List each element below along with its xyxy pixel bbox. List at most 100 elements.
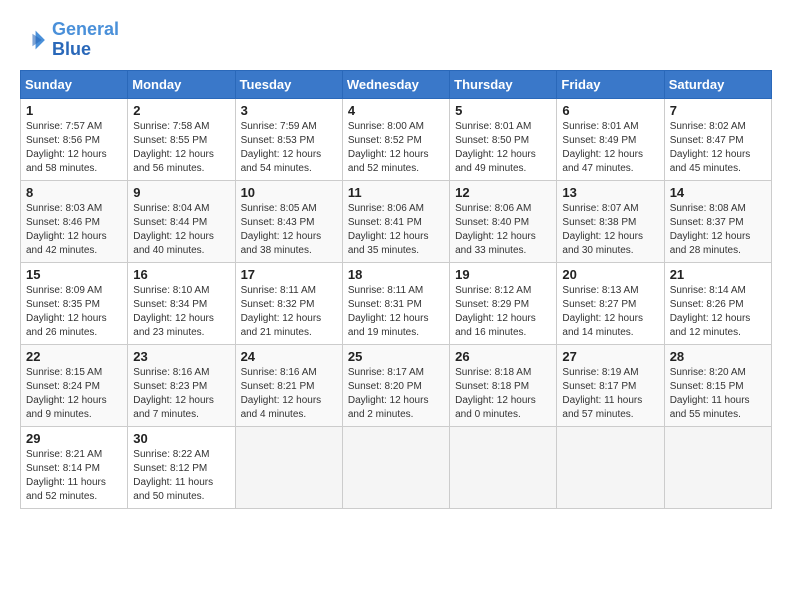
day-info: Sunrise: 7:57 AMSunset: 8:56 PMDaylight:… — [26, 120, 122, 176]
day-number: 5 — [455, 103, 551, 118]
calendar-cell: 13 Sunrise: 8:07 AMSunset: 8:38 PMDayligh… — [557, 180, 664, 262]
day-info: Sunrise: 8:06 AMSunset: 8:40 PMDaylight:… — [455, 202, 551, 258]
calendar-cell: 30 Sunrise: 8:22 AMSunset: 8:12 PMDayligh… — [128, 426, 235, 508]
calendar-header-row: SundayMondayTuesdayWednesdayThursdayFrid… — [21, 70, 772, 98]
calendar-cell: 5 Sunrise: 8:01 AMSunset: 8:50 PMDaylight… — [450, 98, 557, 180]
day-info: Sunrise: 8:05 AMSunset: 8:43 PMDaylight:… — [241, 202, 337, 258]
day-number: 25 — [348, 349, 444, 364]
calendar-cell: 21 Sunrise: 8:14 AMSunset: 8:26 PMDayligh… — [664, 262, 771, 344]
day-number: 8 — [26, 185, 122, 200]
day-number: 12 — [455, 185, 551, 200]
calendar-cell — [235, 426, 342, 508]
day-info: Sunrise: 8:16 AMSunset: 8:21 PMDaylight:… — [241, 366, 337, 422]
day-number: 1 — [26, 103, 122, 118]
day-number: 11 — [348, 185, 444, 200]
day-info: Sunrise: 8:08 AMSunset: 8:37 PMDaylight:… — [670, 202, 766, 258]
calendar-cell: 28 Sunrise: 8:20 AMSunset: 8:15 PMDayligh… — [664, 344, 771, 426]
header-thursday: Thursday — [450, 70, 557, 98]
day-info: Sunrise: 8:00 AMSunset: 8:52 PMDaylight:… — [348, 120, 444, 176]
calendar-cell: 4 Sunrise: 8:00 AMSunset: 8:52 PMDaylight… — [342, 98, 449, 180]
day-info: Sunrise: 8:04 AMSunset: 8:44 PMDaylight:… — [133, 202, 229, 258]
day-info: Sunrise: 8:18 AMSunset: 8:18 PMDaylight:… — [455, 366, 551, 422]
logo-icon — [20, 26, 48, 54]
day-number: 26 — [455, 349, 551, 364]
day-number: 7 — [670, 103, 766, 118]
day-number: 15 — [26, 267, 122, 282]
day-number: 10 — [241, 185, 337, 200]
day-info: Sunrise: 8:22 AMSunset: 8:12 PMDaylight:… — [133, 448, 229, 504]
calendar-body: 1 Sunrise: 7:57 AMSunset: 8:56 PMDaylight… — [21, 98, 772, 508]
calendar-cell: 18Sunrise: 8:11 AMSunset: 8:31 PMDayligh… — [342, 262, 449, 344]
calendar-cell: 1 Sunrise: 7:57 AMSunset: 8:56 PMDaylight… — [21, 98, 128, 180]
day-info: Sunrise: 8:20 AMSunset: 8:15 PMDaylight:… — [670, 366, 766, 422]
header-saturday: Saturday — [664, 70, 771, 98]
day-info: Sunrise: 8:02 AMSunset: 8:47 PMDaylight:… — [670, 120, 766, 176]
day-number: 21 — [670, 267, 766, 282]
calendar-cell: 6 Sunrise: 8:01 AMSunset: 8:49 PMDaylight… — [557, 98, 664, 180]
calendar-cell — [450, 426, 557, 508]
day-info: Sunrise: 8:14 AMSunset: 8:26 PMDaylight:… — [670, 284, 766, 340]
day-number: 17 — [241, 267, 337, 282]
day-number: 6 — [562, 103, 658, 118]
calendar-cell: 26 Sunrise: 8:18 AMSunset: 8:18 PMDayligh… — [450, 344, 557, 426]
day-info: Sunrise: 8:13 AMSunset: 8:27 PMDaylight:… — [562, 284, 658, 340]
logo: General Blue — [20, 20, 119, 60]
header-tuesday: Tuesday — [235, 70, 342, 98]
calendar-cell: 17Sunrise: 8:11 AMSunset: 8:32 PMDayligh… — [235, 262, 342, 344]
day-info: Sunrise: 8:09 AMSunset: 8:35 PMDaylight:… — [26, 284, 122, 340]
calendar-cell: 22 Sunrise: 8:15 AMSunset: 8:24 PMDayligh… — [21, 344, 128, 426]
day-number: 29 — [26, 431, 122, 446]
day-info: Sunrise: 8:01 AMSunset: 8:49 PMDaylight:… — [562, 120, 658, 176]
calendar-cell: 29Sunrise: 8:21 AMSunset: 8:14 PMDayligh… — [21, 426, 128, 508]
day-info: Sunrise: 8:19 AMSunset: 8:17 PMDaylight:… — [562, 366, 658, 422]
header-friday: Friday — [557, 70, 664, 98]
calendar-week-3: 15 Sunrise: 8:09 AMSunset: 8:35 PMDayligh… — [21, 262, 772, 344]
calendar-cell — [342, 426, 449, 508]
calendar-cell — [664, 426, 771, 508]
header-monday: Monday — [128, 70, 235, 98]
calendar-cell: 9 Sunrise: 8:04 AMSunset: 8:44 PMDaylight… — [128, 180, 235, 262]
day-number: 2 — [133, 103, 229, 118]
calendar-week-1: 1 Sunrise: 7:57 AMSunset: 8:56 PMDaylight… — [21, 98, 772, 180]
calendar-cell: 20 Sunrise: 8:13 AMSunset: 8:27 PMDayligh… — [557, 262, 664, 344]
day-info: Sunrise: 8:17 AMSunset: 8:20 PMDaylight:… — [348, 366, 444, 422]
calendar-cell: 23 Sunrise: 8:16 AMSunset: 8:23 PMDayligh… — [128, 344, 235, 426]
day-number: 13 — [562, 185, 658, 200]
calendar-cell: 24Sunrise: 8:16 AMSunset: 8:21 PMDayligh… — [235, 344, 342, 426]
header-wednesday: Wednesday — [342, 70, 449, 98]
calendar-cell: 8 Sunrise: 8:03 AMSunset: 8:46 PMDaylight… — [21, 180, 128, 262]
day-info: Sunrise: 8:12 AMSunset: 8:29 PMDaylight:… — [455, 284, 551, 340]
calendar-cell: 7 Sunrise: 8:02 AMSunset: 8:47 PMDaylight… — [664, 98, 771, 180]
page-header: General Blue — [20, 20, 772, 60]
day-info: Sunrise: 8:16 AMSunset: 8:23 PMDaylight:… — [133, 366, 229, 422]
day-info: Sunrise: 8:03 AMSunset: 8:46 PMDaylight:… — [26, 202, 122, 258]
calendar-cell: 3 Sunrise: 7:59 AMSunset: 8:53 PMDaylight… — [235, 98, 342, 180]
day-number: 28 — [670, 349, 766, 364]
day-number: 20 — [562, 267, 658, 282]
day-info: Sunrise: 7:59 AMSunset: 8:53 PMDaylight:… — [241, 120, 337, 176]
day-number: 23 — [133, 349, 229, 364]
calendar-cell: 27 Sunrise: 8:19 AMSunset: 8:17 PMDayligh… — [557, 344, 664, 426]
calendar-cell — [557, 426, 664, 508]
day-info: Sunrise: 7:58 AMSunset: 8:55 PMDaylight:… — [133, 120, 229, 176]
day-number: 27 — [562, 349, 658, 364]
day-number: 14 — [670, 185, 766, 200]
calendar-cell: 11Sunrise: 8:06 AMSunset: 8:41 PMDayligh… — [342, 180, 449, 262]
day-number: 22 — [26, 349, 122, 364]
day-info: Sunrise: 8:10 AMSunset: 8:34 PMDaylight:… — [133, 284, 229, 340]
day-info: Sunrise: 8:01 AMSunset: 8:50 PMDaylight:… — [455, 120, 551, 176]
day-number: 9 — [133, 185, 229, 200]
calendar-cell: 10 Sunrise: 8:05 AMSunset: 8:43 PMDayligh… — [235, 180, 342, 262]
calendar-cell: 16 Sunrise: 8:10 AMSunset: 8:34 PMDayligh… — [128, 262, 235, 344]
day-number: 16 — [133, 267, 229, 282]
day-number: 30 — [133, 431, 229, 446]
header-sunday: Sunday — [21, 70, 128, 98]
calendar-cell: 19Sunrise: 8:12 AMSunset: 8:29 PMDayligh… — [450, 262, 557, 344]
day-number: 3 — [241, 103, 337, 118]
day-info: Sunrise: 8:07 AMSunset: 8:38 PMDaylight:… — [562, 202, 658, 258]
calendar-table: SundayMondayTuesdayWednesdayThursdayFrid… — [20, 70, 772, 509]
day-number: 4 — [348, 103, 444, 118]
day-info: Sunrise: 8:15 AMSunset: 8:24 PMDaylight:… — [26, 366, 122, 422]
calendar-week-5: 29Sunrise: 8:21 AMSunset: 8:14 PMDayligh… — [21, 426, 772, 508]
logo-text: General Blue — [52, 20, 119, 60]
